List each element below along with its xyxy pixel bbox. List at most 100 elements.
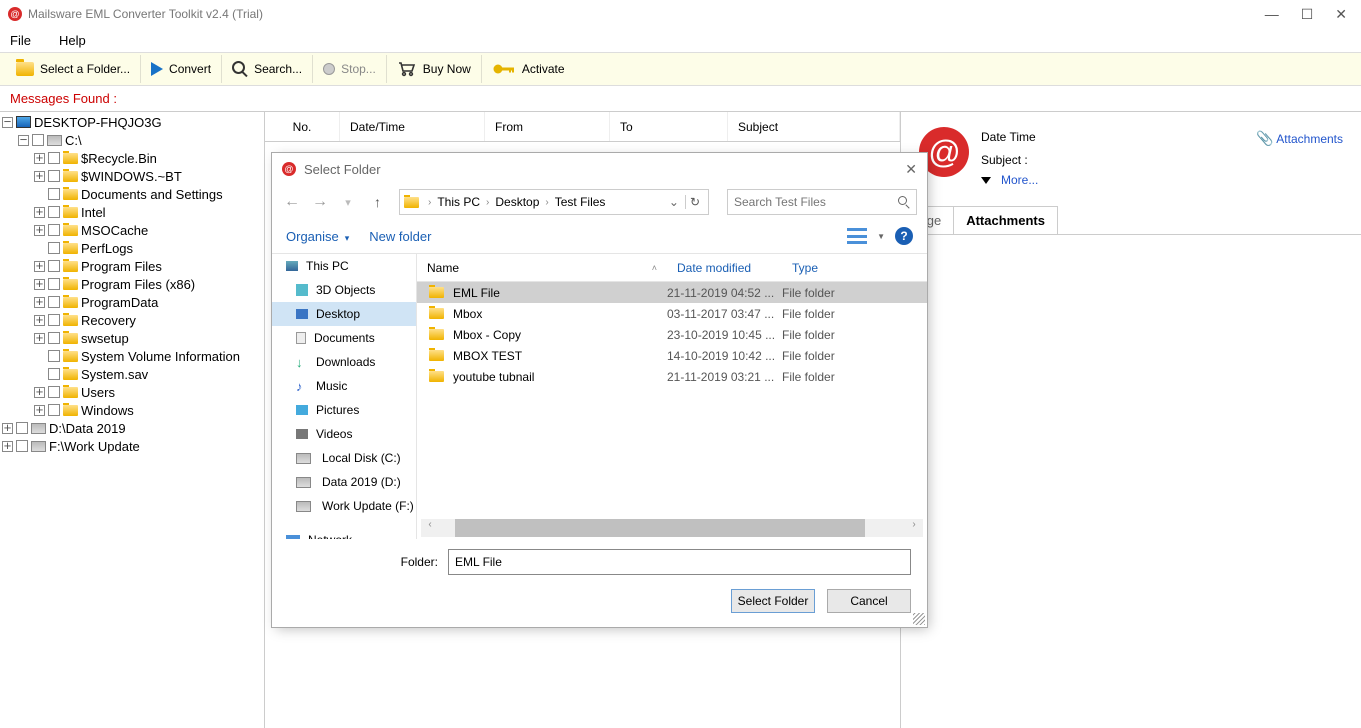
tree-folder[interactable]: System.sav [0, 365, 264, 383]
tree-folder[interactable]: +Intel [0, 203, 264, 221]
checkbox[interactable] [48, 314, 60, 326]
select-folder-confirm-button[interactable]: Select Folder [731, 589, 815, 613]
nav-up-button[interactable]: ↑ [374, 194, 381, 210]
folder-name-input[interactable] [448, 549, 911, 575]
checkbox[interactable] [16, 440, 28, 452]
col-type[interactable]: Type [782, 254, 927, 281]
tree-folder[interactable]: +Users [0, 383, 264, 401]
organise-menu[interactable]: Organise [286, 229, 349, 244]
maximize-button[interactable]: ☐ [1301, 6, 1314, 23]
view-mode-button[interactable] [847, 228, 867, 244]
col-from[interactable]: From [485, 112, 610, 141]
search-button[interactable]: Search... [222, 55, 313, 83]
side-data-2019[interactable]: Data 2019 (D:) [272, 470, 416, 494]
chevron-down-icon[interactable] [981, 177, 991, 184]
tree-drive-d[interactable]: +D:\Data 2019 [0, 419, 264, 437]
side-downloads[interactable]: ↓Downloads [272, 350, 416, 374]
attachments-link[interactable]: Attachments [1276, 132, 1343, 146]
tab-attachments[interactable]: Attachments [953, 206, 1058, 234]
col-no[interactable]: No. [265, 112, 340, 141]
crumb-dropdown[interactable]: ⌄ [663, 195, 685, 209]
nav-recent-button[interactable]: ▾ [338, 196, 358, 209]
menu-help[interactable]: Help [59, 33, 86, 48]
more-link[interactable]: More... [1001, 173, 1038, 187]
side-3dobjects[interactable]: 3D Objects [272, 278, 416, 302]
side-network[interactable]: Network [272, 528, 416, 539]
convert-button[interactable]: Convert [141, 55, 222, 83]
checkbox[interactable] [48, 278, 60, 290]
tree-folder[interactable]: +$WINDOWS.~BT [0, 167, 264, 185]
file-row[interactable]: Mbox - Copy23-10-2019 10:45 ...File fold… [417, 324, 927, 345]
side-music[interactable]: ♪Music [272, 374, 416, 398]
col-date-modified[interactable]: Date modified [667, 254, 782, 281]
tree-folder[interactable]: System Volume Information [0, 347, 264, 365]
tree-folder[interactable]: +Windows [0, 401, 264, 419]
checkbox[interactable] [48, 224, 60, 236]
checkbox[interactable] [48, 242, 60, 254]
cancel-button[interactable]: Cancel [827, 589, 911, 613]
side-videos[interactable]: Videos [272, 422, 416, 446]
tree-folder[interactable]: PerfLogs [0, 239, 264, 257]
buy-now-button[interactable]: Buy Now [387, 55, 482, 83]
search-field[interactable] [727, 189, 917, 215]
menu-file[interactable]: File [10, 33, 31, 48]
tree-folder[interactable]: +swsetup [0, 329, 264, 347]
select-folder-button[interactable]: Select a Folder... [6, 55, 141, 83]
col-name[interactable]: Name˄ [417, 254, 667, 281]
checkbox[interactable] [48, 188, 60, 200]
checkbox[interactable] [48, 386, 60, 398]
minimize-button[interactable]: — [1265, 6, 1279, 23]
crumb-desktop[interactable]: Desktop [495, 195, 539, 209]
side-documents[interactable]: Documents [272, 326, 416, 350]
tree-root[interactable]: −DESKTOP-FHQJO3G [0, 113, 264, 131]
side-desktop[interactable]: Desktop [272, 302, 416, 326]
tree-drive-f[interactable]: +F:\Work Update [0, 437, 264, 455]
tree-folder[interactable]: +$Recycle.Bin [0, 149, 264, 167]
horizontal-scrollbar[interactable]: ‹› [421, 519, 923, 537]
side-local-disk-c[interactable]: Local Disk (C:) [272, 446, 416, 470]
crumb-thispc[interactable]: This PC [437, 195, 480, 209]
checkbox[interactable] [48, 206, 60, 218]
help-button[interactable]: ? [895, 227, 913, 245]
close-button[interactable]: ✕ [1335, 6, 1347, 23]
tree-folder[interactable]: +Program Files [0, 257, 264, 275]
nav-forward-button[interactable]: → [310, 193, 330, 211]
file-row[interactable]: youtube tubnail21-11-2019 03:21 ...File … [417, 366, 927, 387]
tree-folder[interactable]: +MSOCache [0, 221, 264, 239]
checkbox[interactable] [48, 296, 60, 308]
tree-folder[interactable]: Documents and Settings [0, 185, 264, 203]
col-subject[interactable]: Subject [728, 112, 900, 141]
file-row[interactable]: EML File21-11-2019 04:52 ...File folder [417, 282, 927, 303]
nav-back-button[interactable]: ← [282, 193, 302, 211]
stop-button[interactable]: Stop... [313, 55, 387, 83]
checkbox[interactable] [48, 152, 60, 164]
tree-folder[interactable]: +Recovery [0, 311, 264, 329]
crumb-testfiles[interactable]: Test Files [555, 195, 606, 209]
tree-folder[interactable]: +ProgramData [0, 293, 264, 311]
col-datetime[interactable]: Date/Time [340, 112, 485, 141]
search-input[interactable] [734, 195, 898, 209]
side-thispc[interactable]: This PC [272, 254, 416, 278]
tree-drive-c[interactable]: −C:\ [0, 131, 264, 149]
resize-grip[interactable] [913, 613, 925, 625]
refresh-button[interactable]: ↻ [685, 195, 704, 209]
tree-folder[interactable]: +Program Files (x86) [0, 275, 264, 293]
select-folder-dialog: @ Select Folder ✕ ← → ▾ ↑ › This PC › De… [271, 152, 928, 628]
new-folder-button[interactable]: New folder [369, 229, 431, 244]
checkbox[interactable] [48, 332, 60, 344]
file-row[interactable]: MBOX TEST14-10-2019 10:42 ...File folder [417, 345, 927, 366]
checkbox[interactable] [48, 350, 60, 362]
checkbox[interactable] [48, 368, 60, 380]
col-to[interactable]: To [610, 112, 728, 141]
activate-button[interactable]: Activate [482, 55, 575, 83]
dialog-close-button[interactable]: ✕ [905, 161, 917, 178]
file-row[interactable]: Mbox03-11-2017 03:47 ...File folder [417, 303, 927, 324]
side-pictures[interactable]: Pictures [272, 398, 416, 422]
checkbox[interactable] [48, 404, 60, 416]
checkbox[interactable] [16, 422, 28, 434]
checkbox[interactable] [48, 260, 60, 272]
checkbox[interactable] [48, 170, 60, 182]
side-work-update[interactable]: Work Update (F:) [272, 494, 416, 518]
breadcrumb[interactable]: › This PC › Desktop › Test Files ⌄ ↻ [399, 189, 709, 215]
checkbox[interactable] [32, 134, 44, 146]
